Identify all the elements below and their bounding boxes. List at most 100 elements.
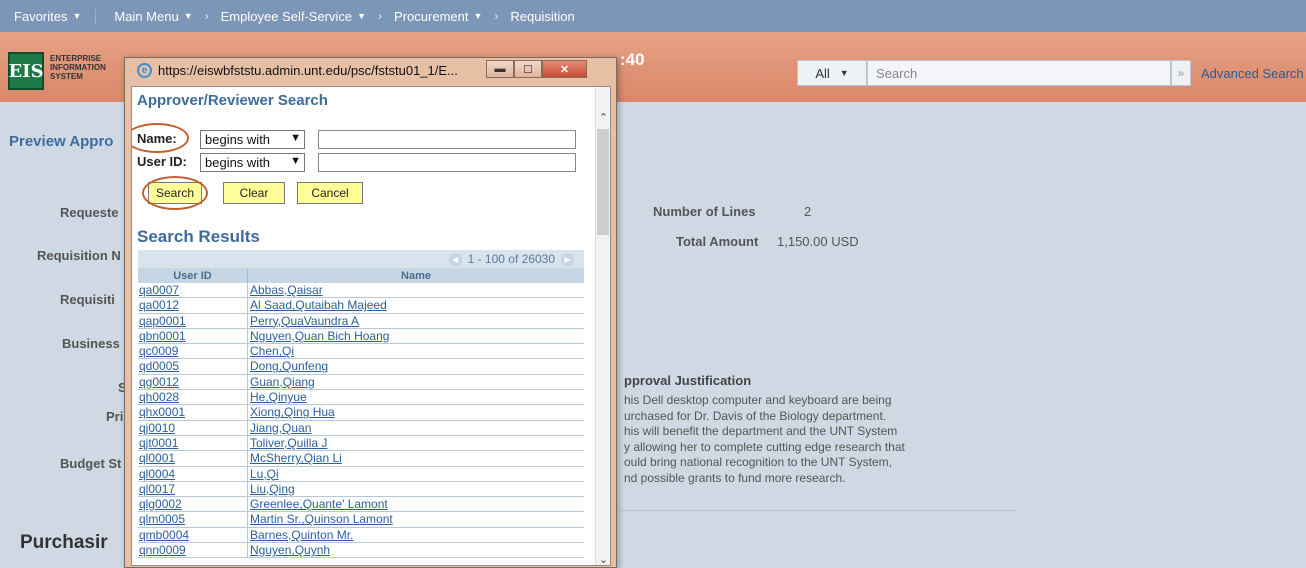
scroll-thumb[interactable] (597, 129, 609, 235)
table-row: qc0009 Chen,Qi (138, 344, 584, 360)
chevron-down-icon: ▼ (839, 68, 849, 78)
name-link[interactable]: Greenlee,Quante' Lamont (248, 497, 584, 511)
user-id-link[interactable]: ql0004 (138, 466, 248, 481)
user-id-link[interactable]: qnn0009 (138, 543, 248, 558)
business-unit-label: Business (62, 336, 120, 351)
popup-body: Approver/Reviewer Search Name: begins wi… (131, 86, 611, 566)
name-link[interactable]: Jiang,Quan (248, 421, 584, 435)
user-id-link[interactable]: qmb0004 (138, 527, 248, 543)
user-id-link[interactable]: qj0010 (138, 420, 248, 435)
user-id-link[interactable]: qa0007 (138, 283, 248, 298)
table-row: qlm0005 Martin Sr.,Quinson Lamont (138, 512, 584, 528)
name-link[interactable]: Al Saad,Qutaibah Majeed (248, 298, 584, 312)
justification-line: nd possible grants to fund more research… (624, 470, 846, 485)
column-header-name[interactable]: Name (248, 268, 584, 283)
favorites-menu[interactable]: Favorites ▼ (0, 8, 97, 24)
breadcrumb-label: Employee Self-Service (220, 8, 353, 24)
purchasing-heading: Purchasir (20, 532, 108, 553)
chevron-down-icon: ▼ (290, 155, 301, 167)
user-id-link[interactable]: qlg0002 (138, 497, 248, 512)
number-of-lines-label: Number of Lines (653, 204, 756, 219)
breadcrumb-label: Requisition (510, 8, 575, 24)
main-menu-label: Main Menu (114, 8, 179, 24)
name-link[interactable]: He,Qinyue (248, 390, 584, 404)
name-link[interactable]: Barnes,Quinton Mr. (248, 528, 584, 542)
table-row: qa0007 Abbas,Qaisar (138, 283, 584, 299)
user-id-link[interactable]: qjt0001 (138, 435, 248, 451)
breadcrumb-requisition[interactable]: Requisition (498, 9, 586, 24)
total-amount-label: Total Amount (676, 234, 759, 249)
window-controls: ▬ ☐ ✕ (486, 60, 587, 78)
clear-button[interactable]: Clear (223, 182, 285, 204)
breadcrumb-label: Procurement (394, 8, 469, 24)
name-link[interactable]: Toliver,Quilla J (248, 436, 584, 450)
popup-scrollbar[interactable]: ⌃ ⌄ (595, 87, 610, 565)
cancel-button[interactable]: Cancel (297, 182, 363, 204)
table-row: qj0010 Jiang,Quan (138, 420, 584, 436)
name-link[interactable]: Chen,Qi (248, 344, 584, 358)
chevron-down-icon: ▼ (357, 11, 367, 21)
column-header-user-id[interactable]: User ID (138, 268, 248, 283)
main-menu[interactable]: Main Menu ▼ (96, 9, 204, 24)
requisition-label: Requisiti (60, 292, 115, 307)
breadcrumb-employee-self-service[interactable]: Employee Self-Service ▼ (209, 9, 378, 24)
user-id-link[interactable]: qbn0001 (138, 328, 248, 344)
user-id-operator-select[interactable]: begins with ▼ (200, 153, 305, 172)
breadcrumb-procurement[interactable]: Procurement ▼ (382, 9, 494, 24)
advanced-search-link[interactable]: Advanced Search (1201, 66, 1304, 81)
name-highlight-circle (132, 123, 189, 153)
chevron-down-icon: ▼ (473, 11, 483, 21)
results-header: User ID Name (138, 268, 584, 283)
name-link[interactable]: Dong,Qunfeng (248, 359, 584, 373)
name-link[interactable]: McSherry,Qian Li (248, 451, 584, 465)
next-page-icon[interactable]: ▶ (561, 252, 574, 266)
search-go-icon[interactable]: » (1171, 60, 1191, 86)
name-link[interactable]: Perry,QuaVaundra A (248, 314, 584, 328)
user-id-link[interactable]: qd0005 (138, 359, 248, 374)
search-scope-select[interactable]: All ▼ (797, 60, 867, 86)
minimize-icon[interactable]: ▬ (486, 60, 514, 78)
name-link[interactable]: Lu,Qi (248, 467, 584, 481)
name-operator-select[interactable]: begins with ▼ (200, 130, 305, 149)
table-row: ql0001 McSherry,Qian Li (138, 451, 584, 467)
name-link[interactable]: Nguyen,Quan Bich Hoang (248, 329, 584, 343)
user-id-link[interactable]: qhx0001 (138, 405, 248, 420)
requisition-name-label: Requisition N (37, 248, 121, 263)
popup-title-bar[interactable]: e https://eiswbfststu.admin.unt.edu/psc/… (125, 58, 616, 82)
chevron-down-icon: ▼ (72, 11, 82, 21)
justification-line: ould bring national recognition to the U… (624, 455, 892, 469)
scroll-up-icon[interactable]: ⌃ (596, 111, 610, 124)
name-input[interactable] (318, 130, 576, 149)
table-row: qmb0004 Barnes,Quinton Mr. (138, 527, 584, 544)
scroll-down-icon[interactable]: ⌄ (596, 553, 610, 566)
user-id-link[interactable]: qa0012 (138, 298, 248, 313)
name-link[interactable]: Guan,Qiang (248, 375, 584, 389)
header-time-fragment: :40 (620, 50, 645, 69)
search-input[interactable]: Search (867, 60, 1171, 86)
user-id-link[interactable]: qlm0005 (138, 512, 248, 527)
maximize-icon[interactable]: ☐ (514, 60, 542, 78)
user-id-link[interactable]: qc0009 (138, 344, 248, 359)
logo-text-line: SYSTEM (50, 72, 83, 81)
search-highlight-circle (142, 176, 208, 210)
user-id-link[interactable]: qg0012 (138, 374, 248, 390)
eis-logo: EIS (8, 52, 44, 90)
user-id-link[interactable]: qap0001 (138, 313, 248, 328)
close-icon[interactable]: ✕ (542, 60, 587, 78)
user-id-input[interactable] (318, 153, 576, 172)
name-link[interactable]: Xiong,Qing Hua (248, 405, 584, 419)
prev-page-icon[interactable]: ◀ (448, 252, 462, 266)
name-link[interactable]: Abbas,Qaisar (248, 283, 584, 297)
logo-text: ENTERPRISE INFORMATION SYSTEM (50, 54, 106, 81)
name-link[interactable]: Nguyen,Quynh (248, 543, 584, 557)
table-row: qbn0001 Nguyen,Quan Bich Hoang (138, 328, 584, 345)
name-link[interactable]: Liu,Qing (248, 482, 584, 496)
user-id-link[interactable]: ql0001 (138, 451, 248, 466)
name-link[interactable]: Martin Sr.,Quinson Lamont (248, 512, 584, 526)
user-id-link[interactable]: qh0028 (138, 390, 248, 405)
user-id-link[interactable]: ql0017 (138, 481, 248, 497)
justification-line: urchased for Dr. Davis of the Biology de… (624, 408, 887, 423)
logo-text-line: ENTERPRISE (50, 54, 102, 63)
table-row: ql0004 Lu,Qi (138, 466, 584, 482)
table-row: qg0012 Guan,Qiang (138, 374, 584, 391)
